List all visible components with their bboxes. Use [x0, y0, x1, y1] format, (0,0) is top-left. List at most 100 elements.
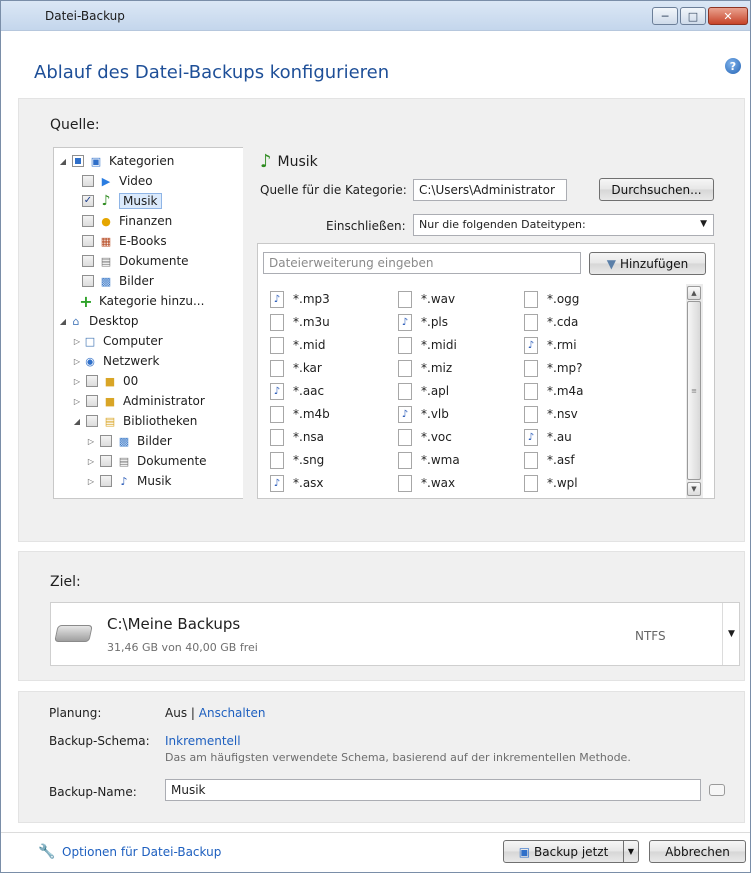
- tree-item-administrator[interactable]: ▷ ■ Administrator: [72, 391, 205, 411]
- file-type-item[interactable]: *.wma: [398, 451, 460, 469]
- file-type-item[interactable]: *.miz: [398, 359, 452, 377]
- tree-label: Kategorien: [109, 154, 175, 168]
- file-type-item[interactable]: *.m3u: [270, 313, 330, 331]
- comment-icon[interactable]: [709, 784, 725, 796]
- expand-icon[interactable]: ◢: [58, 317, 68, 326]
- expand-icon[interactable]: ◢: [58, 157, 68, 166]
- checkbox[interactable]: [82, 175, 94, 187]
- scroll-up-icon[interactable]: ▲: [687, 286, 701, 300]
- audio-file-icon: [524, 451, 538, 469]
- scroll-down-icon[interactable]: ▼: [687, 482, 701, 496]
- file-type-item[interactable]: *.nsv: [524, 405, 578, 423]
- maximize-button[interactable]: □: [680, 7, 706, 25]
- checkbox[interactable]: [86, 375, 98, 387]
- help-icon[interactable]: ?: [725, 58, 741, 74]
- add-button[interactable]: ▼ Hinzufügen: [589, 252, 706, 275]
- file-type-item[interactable]: *.midi: [398, 336, 457, 354]
- file-type-item[interactable]: *.wpl: [524, 474, 578, 492]
- file-type-item[interactable]: ♪ *.vlb: [398, 405, 449, 423]
- close-button[interactable]: ✕: [708, 7, 748, 25]
- tree-item-bilder[interactable]: ▩ Bilder: [78, 271, 154, 291]
- file-type-item[interactable]: ♪ *.rmi: [524, 336, 577, 354]
- tree-item-kategorien[interactable]: ◢ ▣ Kategorien: [58, 151, 174, 171]
- tree-item-musik-lib[interactable]: ▷ ♪ Musik: [86, 471, 172, 491]
- tree-item-00[interactable]: ▷ ■ 00: [72, 371, 138, 391]
- file-type-item[interactable]: *.kar: [270, 359, 322, 377]
- expand-icon[interactable]: ▷: [72, 337, 82, 346]
- checkbox[interactable]: [82, 275, 94, 287]
- file-type-item[interactable]: *.cda: [524, 313, 578, 331]
- file-type-label: *.nsa: [293, 430, 325, 444]
- file-type-item[interactable]: *.asf: [524, 451, 575, 469]
- checkbox[interactable]: [82, 235, 94, 247]
- backup-name-field[interactable]: Musik: [165, 779, 701, 801]
- file-type-item[interactable]: *.mp?: [524, 359, 583, 377]
- tree-item-bibliotheken[interactable]: ◢ ▤ Bibliotheken: [72, 411, 197, 431]
- tree-item-desktop[interactable]: ◢ ⌂ Desktop: [58, 311, 139, 331]
- backup-now-dropdown[interactable]: ▼: [623, 840, 639, 863]
- file-type-item[interactable]: *.m4b: [270, 405, 330, 423]
- tree-item-netzwerk[interactable]: ▷ ◉ Netzwerk: [72, 351, 160, 371]
- file-type-item[interactable]: ♪ *.aac: [270, 382, 324, 400]
- checkbox[interactable]: [72, 155, 84, 167]
- scheme-label: Backup-Schema:: [49, 734, 150, 748]
- ebook-icon: ▦: [100, 234, 112, 248]
- scroll-thumb[interactable]: ≡: [687, 301, 701, 480]
- checkbox[interactable]: [100, 455, 112, 467]
- expand-icon[interactable]: ▷: [72, 377, 82, 386]
- expand-icon[interactable]: ▷: [86, 457, 96, 466]
- expand-icon[interactable]: ▷: [86, 437, 96, 446]
- extension-input[interactable]: Dateierweiterung eingeben: [263, 252, 581, 274]
- chevron-down-icon[interactable]: ▼: [722, 603, 740, 665]
- file-type-item[interactable]: *.m4a: [524, 382, 584, 400]
- expand-icon[interactable]: ▷: [72, 397, 82, 406]
- file-type-item[interactable]: *.mid: [270, 336, 325, 354]
- tree-item-finanzen[interactable]: ● Finanzen: [78, 211, 172, 231]
- tree-item-dokumente[interactable]: ▤ Dokumente: [78, 251, 189, 271]
- target-selector[interactable]: C:\Meine Backups 31,46 GB von 40,00 GB f…: [50, 602, 740, 666]
- minimize-button[interactable]: ─: [652, 7, 678, 25]
- file-type-item[interactable]: *.ogg: [524, 290, 579, 308]
- tree-item-bilder-lib[interactable]: ▷ ▩ Bilder: [86, 431, 172, 451]
- source-path-field[interactable]: C:\Users\Administrator: [413, 179, 567, 201]
- backup-now-button[interactable]: ▣ Backup jetzt: [503, 840, 624, 863]
- scheme-link[interactable]: Inkrementell: [165, 734, 241, 748]
- file-type-item[interactable]: ♪ *.pls: [398, 313, 448, 331]
- file-type-item[interactable]: *.wav: [398, 290, 455, 308]
- source-tree[interactable]: ◢ ▣ Kategorien ▶ Video ✓ ♪ Musik ● Finanzen ▦ E…: [53, 147, 261, 499]
- checkbox[interactable]: [100, 475, 112, 487]
- include-select[interactable]: Nur die folgenden Dateitypen: ▼: [413, 214, 714, 236]
- file-type-item[interactable]: *.apl: [398, 382, 449, 400]
- tree-item-dokumente-lib[interactable]: ▷ ▤ Dokumente: [86, 451, 207, 471]
- options-link[interactable]: Optionen für Datei-Backup: [62, 845, 221, 859]
- expand-icon[interactable]: ◢: [72, 417, 82, 426]
- document-icon: ▤: [100, 254, 112, 268]
- file-type-item[interactable]: *.sng: [270, 451, 324, 469]
- browse-button[interactable]: Durchsuchen...: [599, 178, 714, 201]
- file-type-item[interactable]: *.nsa: [270, 428, 324, 446]
- file-type-item[interactable]: ♪ *.mp3: [270, 290, 330, 308]
- file-type-item[interactable]: ♪ *.asx: [270, 474, 324, 492]
- file-type-label: *.mp?: [547, 361, 583, 375]
- expand-icon[interactable]: ▷: [86, 477, 96, 486]
- tree-item-video[interactable]: ▶ Video: [78, 171, 153, 191]
- checkbox[interactable]: [82, 215, 94, 227]
- checkbox[interactable]: [82, 255, 94, 267]
- checkbox[interactable]: [100, 435, 112, 447]
- file-type-item[interactable]: *.wax: [398, 474, 455, 492]
- checkbox[interactable]: [86, 415, 98, 427]
- tree-item-ebooks[interactable]: ▦ E-Books: [78, 231, 167, 251]
- file-type-item[interactable]: *.voc: [398, 428, 452, 446]
- backup-name-label: Backup-Name:: [49, 785, 137, 799]
- checkbox[interactable]: ✓: [82, 195, 94, 207]
- tree-label: Musik: [119, 193, 162, 209]
- file-types-scrollbar[interactable]: ▲ ≡ ▼: [686, 284, 703, 498]
- file-type-item[interactable]: ♪ *.au: [524, 428, 572, 446]
- checkbox[interactable]: [86, 395, 98, 407]
- planning-on-link[interactable]: Anschalten: [199, 706, 266, 720]
- tree-item-add-category[interactable]: + Kategorie hinzu...: [78, 291, 204, 311]
- expand-icon[interactable]: ▷: [72, 357, 82, 366]
- tree-item-computer[interactable]: ▷ □ Computer: [72, 331, 163, 351]
- tree-item-musik[interactable]: ✓ ♪ Musik: [78, 191, 162, 211]
- cancel-button[interactable]: Abbrechen: [649, 840, 746, 863]
